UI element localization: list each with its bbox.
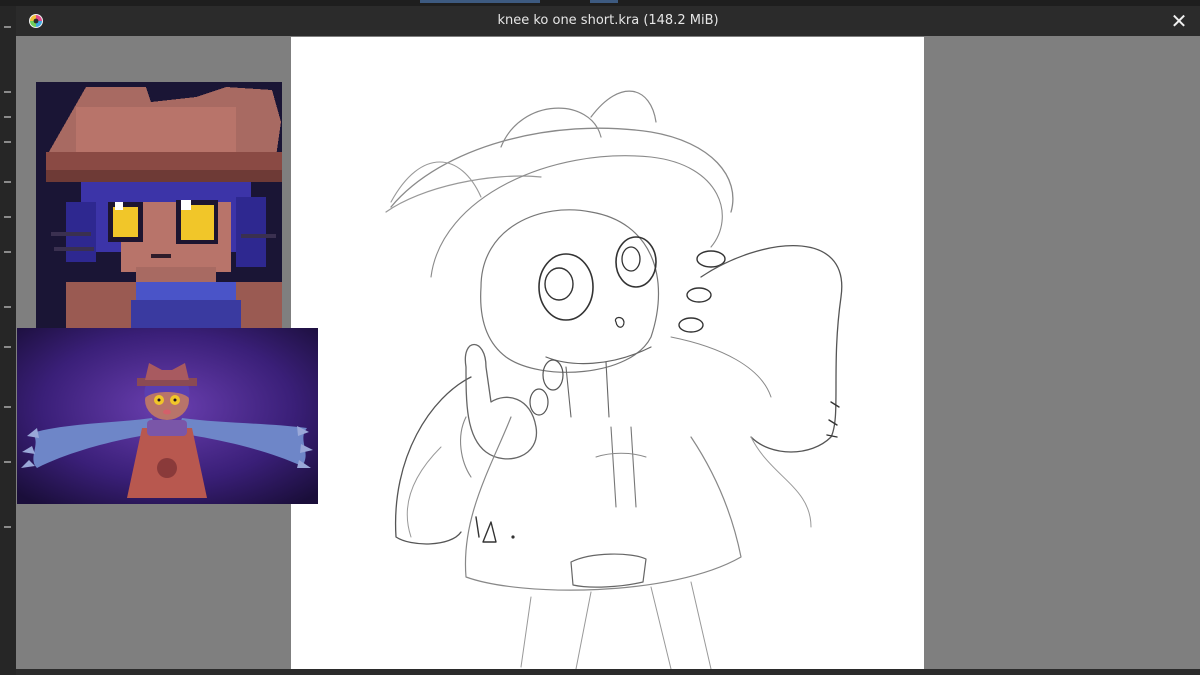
window-titlebar: knee ko one short.kra (148.2 MiB) ✕ [16, 6, 1200, 36]
full-body-character-image [17, 328, 318, 504]
tool-button[interactable] [4, 91, 11, 93]
tool-button[interactable] [4, 461, 11, 463]
toolbar-tab[interactable] [590, 0, 618, 3]
full-body-reference[interactable] [17, 328, 318, 504]
close-icon: ✕ [1170, 9, 1188, 33]
tool-button[interactable] [4, 306, 11, 308]
left-toolbox-strip [0, 6, 16, 675]
tool-button[interactable] [4, 526, 11, 528]
pixel-art-reference[interactable] [36, 82, 282, 328]
close-button[interactable]: ✕ [1168, 9, 1190, 33]
sketch-drawing [385, 90, 843, 670]
drawing-canvas[interactable] [291, 37, 924, 670]
status-bar [16, 669, 1200, 675]
toolbar-tab-active[interactable] [420, 0, 540, 3]
tool-button[interactable] [4, 141, 11, 143]
window-title: knee ko one short.kra (148.2 MiB) [497, 13, 719, 28]
tool-button[interactable] [4, 406, 11, 408]
tool-button[interactable] [4, 251, 11, 253]
tool-button[interactable] [4, 181, 11, 183]
tool-button[interactable] [4, 216, 11, 218]
tool-button[interactable] [4, 26, 11, 28]
tool-button[interactable] [4, 116, 11, 118]
tool-button[interactable] [4, 346, 11, 348]
pixel-art-character-image [36, 82, 282, 328]
